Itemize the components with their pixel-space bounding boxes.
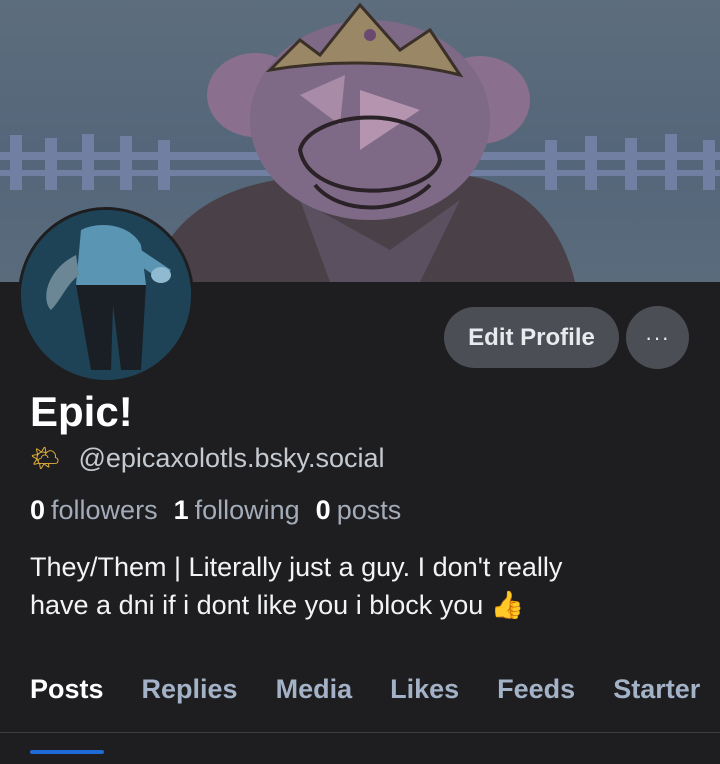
tab-feeds[interactable]: Feeds — [478, 668, 594, 732]
bio-line-1: They/Them | Literally just a guy. I don'… — [30, 552, 563, 582]
followers-link[interactable]: 0 followers — [30, 495, 158, 526]
handle-text[interactable]: @epicaxolotls.bsky.social — [78, 443, 384, 474]
bio-line-2: have a dni if i dont like you i block yo… — [30, 590, 525, 620]
following-link[interactable]: 1 following — [174, 495, 300, 526]
display-name: Epic! — [30, 388, 133, 435]
profile-bio: They/Them | Literally just a guy. I don'… — [30, 548, 670, 624]
sun-icon: 🌤 — [30, 445, 61, 472]
posts-count: 0 — [315, 495, 331, 525]
avatar-illustration — [21, 210, 191, 380]
tab-media[interactable]: Media — [257, 668, 372, 732]
handle-row: 🌤 @epicaxolotls.bsky.social — [30, 443, 385, 474]
followers-count: 0 — [30, 495, 46, 525]
edit-profile-button[interactable]: Edit Profile — [444, 307, 619, 368]
profile-stats: 0 followers 1 following 0 posts — [30, 495, 401, 526]
posts-label: posts — [336, 495, 402, 525]
ellipsis-icon: ··· — [645, 324, 670, 350]
following-count: 1 — [173, 495, 189, 525]
avatar[interactable] — [18, 207, 194, 383]
followers-label: followers — [51, 495, 158, 525]
following-label: following — [194, 495, 300, 525]
tab-replies[interactable]: Replies — [123, 668, 257, 732]
tab-posts[interactable]: Posts — [0, 668, 123, 754]
more-options-button[interactable]: ··· — [626, 306, 689, 369]
tab-starter[interactable]: Starter — [594, 668, 719, 732]
posts-count-stat: 0 posts — [316, 495, 402, 526]
profile-tabs: Posts Replies Media Likes Feeds Starter — [0, 668, 720, 754]
tab-likes[interactable]: Likes — [371, 668, 478, 732]
thumbs-up-icon: 👍 — [490, 590, 525, 620]
